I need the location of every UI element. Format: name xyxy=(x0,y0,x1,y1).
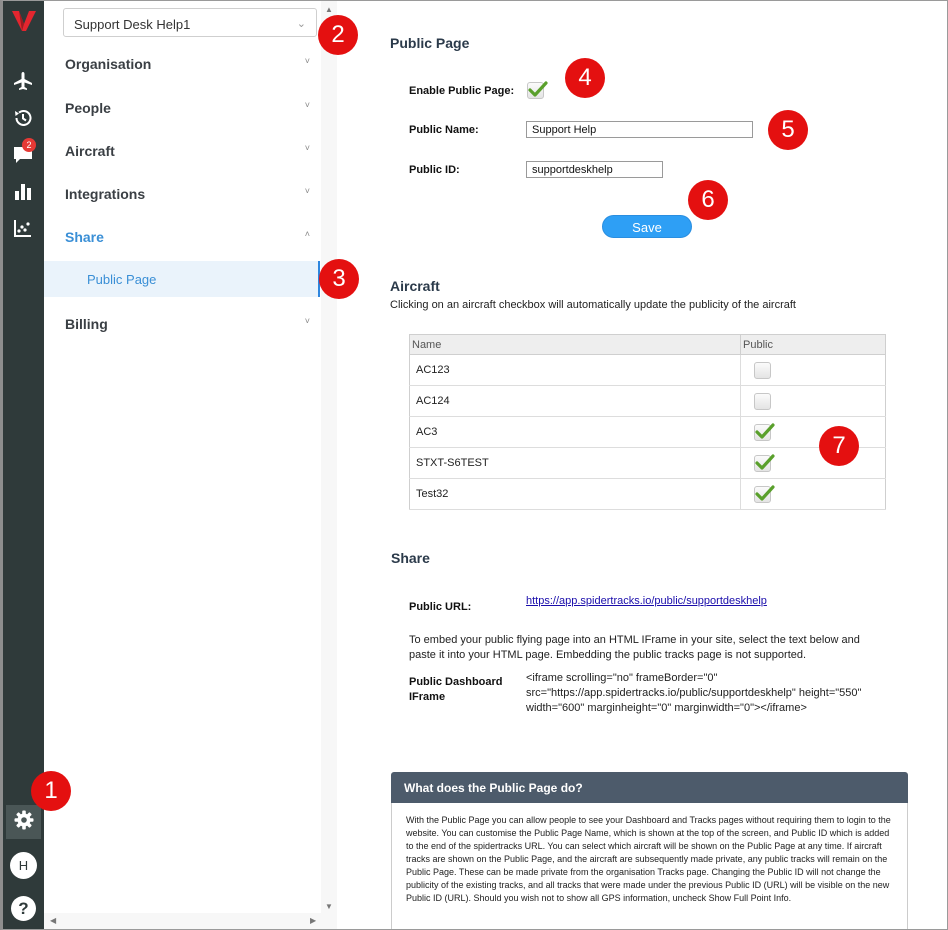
public-name-label: Public Name: xyxy=(409,124,479,136)
public-url-link[interactable]: https://app.spidertracks.io/public/suppo… xyxy=(526,595,767,607)
embed-instructions: To embed your public flying page into an… xyxy=(409,634,860,661)
plane-icon[interactable] xyxy=(11,69,35,93)
scroll-up-icon[interactable]: ▲ xyxy=(325,5,333,14)
checkmark-icon xyxy=(755,485,775,501)
nav-item-label: Integrations xyxy=(65,186,146,202)
checkmark-icon xyxy=(755,454,775,470)
public-id-input[interactable] xyxy=(526,161,663,178)
enable-public-page-label: Enable Public Page: xyxy=(409,85,515,97)
chevron-down-icon: ˅ xyxy=(304,56,310,66)
scroll-left-icon[interactable]: ◀ xyxy=(50,916,56,925)
aircraft-name: AC3 xyxy=(409,416,741,448)
help-icon[interactable]: ? xyxy=(11,896,36,921)
enable-public-page-checkbox[interactable] xyxy=(527,81,548,99)
marker-badge: 6 xyxy=(688,180,728,220)
settings-button[interactable] xyxy=(6,805,41,839)
table-row: Test32 xyxy=(409,478,886,510)
public-checkbox[interactable] xyxy=(754,485,775,503)
aircraft-table: Name Public AC123 AC124 AC3 STXT-S6TEST xyxy=(409,334,886,510)
nav-item-billing[interactable]: Billing ˅ xyxy=(65,316,310,332)
iframe-label: Public Dashboard IFrame xyxy=(409,676,503,703)
nav-item-aircraft[interactable]: Aircraft ˅ xyxy=(65,143,310,159)
public-url-label: Public URL: xyxy=(409,601,472,613)
marker-badge: 2 xyxy=(318,15,358,55)
nav-item-integrations[interactable]: Integrations ˅ xyxy=(65,186,310,202)
aircraft-section-title: Aircraft xyxy=(390,278,440,294)
nav-item-label: People xyxy=(65,100,111,116)
iframe-code[interactable]: <iframe scrolling="no" frameBorder="0" s… xyxy=(526,671,866,716)
public-checkbox[interactable] xyxy=(754,423,775,441)
scroll-down-icon[interactable]: ▼ xyxy=(325,902,333,911)
scatter-chart-icon[interactable] xyxy=(11,216,35,240)
checkmark-icon xyxy=(755,423,775,439)
nav-item-share[interactable]: Share ˄ xyxy=(65,229,310,245)
checkmark-icon xyxy=(528,81,548,97)
nav-horizontal-scrollbar[interactable]: ◀ ▶ xyxy=(44,913,337,929)
nav-subitem-public-page[interactable]: Public Page xyxy=(44,261,320,297)
aircraft-description: Clicking on an aircraft checkbox will au… xyxy=(390,299,796,311)
nav-item-people[interactable]: People ˅ xyxy=(65,100,310,116)
public-checkbox[interactable] xyxy=(754,454,775,472)
logo-icon[interactable] xyxy=(11,9,37,33)
marker-badge: 4 xyxy=(565,58,605,98)
marker-badge: 5 xyxy=(768,110,808,150)
table-row: AC124 xyxy=(409,385,886,417)
public-page-title: Public Page xyxy=(390,35,470,51)
nav-subitem-label: Public Page xyxy=(87,272,157,287)
chevron-up-icon: ˄ xyxy=(304,229,310,239)
message-count-badge: 2 xyxy=(22,138,36,152)
avatar[interactable]: H xyxy=(10,852,37,879)
aircraft-name: AC123 xyxy=(409,354,741,386)
info-panel-body: With the Public Page you can allow peopl… xyxy=(391,803,908,929)
save-button[interactable]: Save xyxy=(602,215,692,238)
bar-chart-icon[interactable] xyxy=(11,179,35,203)
table-row: AC3 xyxy=(409,416,886,448)
aircraft-name: AC124 xyxy=(409,385,741,417)
share-section-title: Share xyxy=(391,550,430,566)
nav-item-label: Organisation xyxy=(65,56,152,72)
marker-badge: 7 xyxy=(819,426,859,466)
chevron-down-icon: ˅ xyxy=(304,186,310,196)
chevron-down-icon: ⌄ xyxy=(296,18,306,30)
chevron-down-icon: ˅ xyxy=(304,143,310,153)
chevron-down-icon: ˅ xyxy=(304,100,310,110)
nav-item-label: Billing xyxy=(65,316,108,332)
info-panel-title: What does the Public Page do? xyxy=(391,772,908,803)
nav-item-organisation[interactable]: Organisation ˅ xyxy=(65,56,310,72)
nav-item-label: Aircraft xyxy=(65,143,115,159)
nav-item-label: Share xyxy=(65,229,104,245)
chevron-down-icon: ˅ xyxy=(304,316,310,326)
app-window: 2 H ? Support Desk Help1 ⌄ Organisation … xyxy=(0,0,948,930)
settings-nav: Support Desk Help1 ⌄ Organisation ˅ Peop… xyxy=(44,1,337,929)
public-checkbox[interactable] xyxy=(754,362,771,379)
gear-icon xyxy=(14,810,34,835)
aircraft-name: Test32 xyxy=(409,478,741,510)
nav-vertical-scrollbar[interactable]: ▲ ▼ xyxy=(321,1,337,913)
public-id-label: Public ID: xyxy=(409,164,460,176)
marker-badge: 1 xyxy=(31,771,71,811)
column-header-name: Name xyxy=(409,334,741,355)
organisation-select[interactable]: Support Desk Help1 ⌄ xyxy=(63,8,317,37)
table-row: AC123 xyxy=(409,354,886,386)
organisation-select-value: Support Desk Help1 xyxy=(74,17,191,32)
public-name-input[interactable] xyxy=(526,121,753,138)
aircraft-name: STXT-S6TEST xyxy=(409,447,741,479)
marker-badge: 3 xyxy=(319,259,359,299)
column-header-public: Public xyxy=(740,334,886,355)
scroll-right-icon[interactable]: ▶ xyxy=(310,916,316,925)
history-icon[interactable] xyxy=(11,106,35,130)
table-row: STXT-S6TEST xyxy=(409,447,886,479)
public-checkbox[interactable] xyxy=(754,393,771,410)
